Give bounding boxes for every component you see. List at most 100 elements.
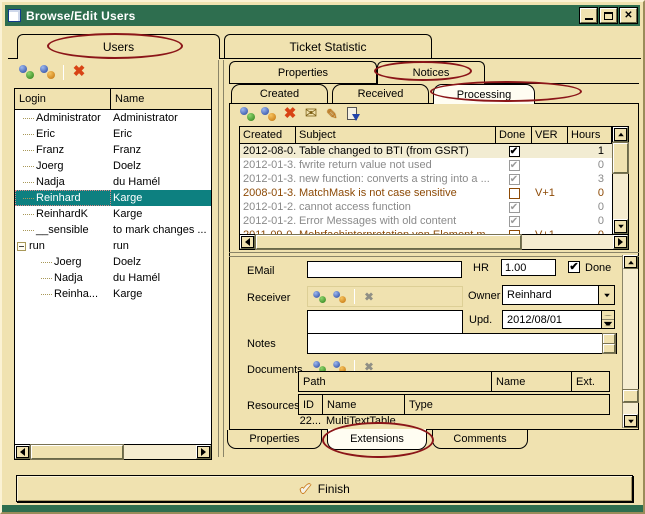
column-header-path[interactable]: Path [298,371,492,392]
add-user-icon[interactable] [18,63,36,81]
add-notice-icon[interactable] [239,105,257,123]
checkbox-checked-icon[interactable]: ✔ [509,216,520,227]
resources-table-row[interactable]: 22... MultiTextTable [298,415,610,429]
delete-notice-icon[interactable]: ✖ [281,105,299,123]
column-header-ver[interactable]: VER [532,127,568,144]
done-checkbox[interactable]: ✔ [568,261,580,273]
column-header-login[interactable]: Login [15,89,111,110]
user-tree-row[interactable]: EricEric [15,126,211,142]
notice-row[interactable]: 2008-01-3...MatchMask is not case sensit… [240,186,612,200]
bottom-tab-properties[interactable]: Properties [227,430,322,449]
scroll-left-button[interactable] [15,445,30,459]
scroll-down-button[interactable] [613,219,628,234]
scroll-left-button[interactable] [240,235,255,249]
add-receiver-icon[interactable] [312,289,327,304]
scroll-up-button[interactable] [623,255,638,269]
subtab-received[interactable]: Received [332,84,429,103]
tab-users[interactable]: Users [17,34,220,59]
maximize-button[interactable] [600,8,617,23]
checkbox-checked-icon[interactable]: ✔ [509,202,520,213]
checkbox-checked-icon[interactable]: ✔ [509,160,520,171]
import-notice-icon[interactable] [344,105,362,123]
user-tree-row[interactable]: __sensibleto mark changes ... [15,222,211,238]
column-header-hours[interactable]: Hours [568,127,612,144]
delete-receiver-icon[interactable]: ✖ [361,289,376,304]
scroll-up-button[interactable] [613,127,628,142]
expander-minus-icon[interactable] [17,242,26,251]
user-tree-row[interactable]: JoergDoelz [15,254,211,270]
notes-mini-scrollbar[interactable] [603,334,615,353]
link-notice-icon[interactable] [260,105,278,123]
scroll-right-button[interactable] [196,445,211,459]
tree-login-cell: ReinhardK [15,206,111,222]
email-field[interactable] [307,261,462,278]
column-header-done[interactable]: Done [496,127,532,144]
column-header-name[interactable]: Name [492,371,572,392]
vertical-splitter[interactable] [218,60,224,457]
checkbox-unchecked-icon[interactable] [509,188,520,199]
horizontal-splitter[interactable] [229,252,639,257]
mail-forward-icon[interactable]: ✉ [302,105,320,123]
scroll-right-button[interactable] [613,235,628,249]
user-tree-body: AdministratorAdministratorEricEricFranzF… [15,110,211,444]
column-header-name[interactable]: Name [323,394,405,415]
user-tree-row[interactable]: Nadjadu Hamél [15,270,211,286]
tab-notices[interactable]: Notices [377,61,485,84]
user-tree-row[interactable]: runrun [15,238,211,254]
scroll-thumb[interactable] [613,143,628,173]
tree-login-cell: Eric [15,126,111,142]
scroll-thumb[interactable] [256,235,521,249]
close-button[interactable]: ✕ [620,8,637,23]
tree-hscrollbar[interactable] [15,444,211,459]
owner-select[interactable]: Reinhard [502,285,615,305]
bottom-tab-extensions[interactable]: Extensions [327,429,427,450]
user-tree-row[interactable]: JoergDoelz [15,158,211,174]
user-tree-row[interactable]: AdministratorAdministrator [15,110,211,126]
edit-notice-icon[interactable]: ✎ [323,105,341,123]
link-receiver-icon[interactable] [332,289,347,304]
scroll-thumb[interactable] [623,390,638,402]
minimize-button[interactable] [580,8,597,23]
finish-button[interactable]: ✔ Finish [16,475,633,502]
date-spinner[interactable] [601,311,614,328]
notice-ver [532,144,568,158]
tab-properties[interactable]: Properties [229,61,377,83]
dropdown-arrow-icon[interactable] [598,286,614,304]
column-header-subject[interactable]: Subject [296,127,496,144]
notices-vscrollbar[interactable] [612,127,628,234]
checkbox-checked-icon[interactable]: ✔ [509,174,520,185]
notes-field[interactable] [307,333,617,354]
user-tree-row[interactable]: ReinhardKKarge [15,206,211,222]
notice-row[interactable]: 2012-08-0...Table changed to BTI (from G… [240,144,612,158]
notice-hours: 0 [568,200,612,214]
column-header-created[interactable]: Created [240,127,296,144]
scroll-down-button[interactable] [623,414,638,428]
user-tree-row[interactable]: FranzFranz [15,142,211,158]
tab-ticket-statistic[interactable]: Ticket Statistic [224,34,432,58]
bottom-tab-comments[interactable]: Comments [432,430,528,449]
notice-done-cell: ✔ [496,144,532,158]
checkbox-checked-icon[interactable]: ✔ [509,146,520,157]
delete-user-icon[interactable]: ✖ [70,63,88,81]
column-header-ext[interactable]: Ext. [572,371,610,392]
notice-row[interactable]: 2012-01-2...cannot access function✔0 [240,200,612,214]
upd-date-field[interactable]: 2012/08/01 [502,310,615,329]
spin-down-icon[interactable] [602,320,614,328]
user-tree-row[interactable]: ReinhardKarge [15,190,211,206]
notice-row[interactable]: 2012-01-3...fwrite return value not used… [240,158,612,172]
column-header-type[interactable]: Type [405,394,610,415]
hr-field[interactable] [501,259,556,276]
link-user-icon[interactable] [39,63,57,81]
subtab-processing[interactable]: Processing [433,84,535,104]
user-tree-row[interactable]: Reinha...Karge [15,286,211,302]
notice-row[interactable]: 2012-01-2...Error Messages with old cont… [240,214,612,228]
subtab-created[interactable]: Created [231,84,328,103]
spin-up-icon[interactable] [602,311,614,320]
form-vscrollbar[interactable] [622,255,638,428]
column-header-name[interactable]: Name [111,89,211,110]
scroll-thumb[interactable] [31,445,123,459]
notices-hscrollbar[interactable] [240,234,628,249]
notice-row[interactable]: 2012-01-3...new function: converts a str… [240,172,612,186]
column-header-id[interactable]: ID [298,394,323,415]
user-tree-row[interactable]: Nadjadu Hamél [15,174,211,190]
